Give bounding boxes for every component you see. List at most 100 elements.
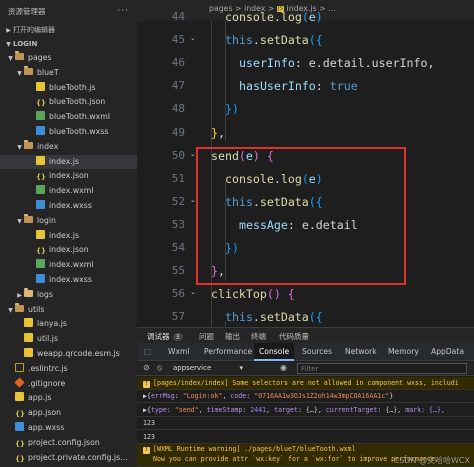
code-token: . [252, 194, 260, 209]
code-line[interactable]: this.setData({ [225, 33, 323, 47]
panel-tab[interactable]: 终端 [251, 331, 266, 342]
tree-item[interactable]: blueTooth.js [0, 81, 137, 96]
code-line[interactable]: }, [211, 126, 225, 140]
fold-chevron-icon[interactable]: ⌄ [190, 150, 196, 158]
tree-item[interactable]: {} app.json [0, 406, 137, 421]
panel-tab[interactable]: 代码质量 [279, 331, 309, 342]
code-line[interactable]: clickTop() { [211, 287, 295, 301]
console-message[interactable]: 123 [137, 430, 474, 444]
tree-item[interactable]: index.wxss [0, 273, 137, 288]
devtools-tab[interactable]: Performance [199, 343, 257, 361]
fold-chevron-icon[interactable]: ⌄ [190, 196, 196, 204]
tree-item[interactable]: index.wxml [0, 184, 137, 199]
tree-item[interactable]: lanya.js [0, 317, 137, 332]
code-line[interactable]: send(e) { [211, 149, 274, 163]
code-line[interactable]: this.setData({ [225, 195, 323, 209]
line-number: 46 [171, 56, 185, 70]
chevron-right-icon: ▶ [17, 291, 22, 299]
tree-item[interactable]: {} project.config.json [0, 436, 137, 451]
code-line[interactable]: }) [225, 102, 239, 116]
tree-item[interactable]: .eslintrc.js [0, 362, 137, 377]
warning-icon: ! [143, 447, 150, 454]
devtools-tab[interactable]: AppData [426, 343, 469, 361]
console-message[interactable]: ▶{errMsg: "Login:ok", code: "0716AA1w3OJ… [137, 390, 474, 403]
indent-guide [211, 21, 212, 327]
console-punct: , [397, 406, 406, 414]
project-section[interactable]: ▼ LOGIN [0, 37, 137, 51]
panel-tab[interactable]: 问题 [199, 331, 214, 342]
tree-item[interactable]: ▶ logs [0, 287, 137, 303]
console-message[interactable]: ! [pages/index/index] Some selectors are … [137, 377, 474, 390]
file-tree: ▼ pages ▼ blueT blueTooth.js{} blueTooth.json… [0, 51, 137, 467]
panel-tab[interactable]: 输出 [225, 331, 240, 342]
console-message[interactable]: 123 [137, 417, 474, 430]
context-select[interactable]: appservice ▾ [173, 363, 273, 374]
devtools-tab[interactable]: Network [340, 343, 382, 361]
console-message[interactable]: ▶{type: "send", timeStamp: 2441, target:… [137, 403, 474, 417]
devtools-tab[interactable]: Sources [297, 343, 337, 361]
tree-item[interactable]: ▼ login [0, 213, 137, 229]
filter-input[interactable] [297, 363, 467, 374]
devtools-tab[interactable]: Wxml [163, 343, 195, 361]
tree-item[interactable]: {} index.json [0, 243, 137, 258]
tree-item[interactable]: ▼ pages [0, 51, 137, 66]
code-token: ) [273, 287, 281, 302]
code-line[interactable]: }) [225, 241, 239, 255]
code-token: true [329, 79, 358, 94]
tree-item[interactable]: blueTooth.wxss [0, 125, 137, 140]
js-icon [36, 229, 45, 239]
js-icon [24, 318, 33, 328]
tree-item[interactable]: app.js [0, 391, 137, 406]
code-token: e [308, 10, 316, 24]
more-icon[interactable]: ··· [117, 0, 129, 23]
tree-item[interactable]: index.wxss [0, 199, 137, 214]
code-line[interactable]: console.log(e) [225, 172, 323, 186]
tree-item[interactable]: {} index.json [0, 169, 137, 184]
code-line[interactable]: }, [211, 264, 225, 278]
devtools-tab[interactable]: Memory [383, 343, 424, 361]
tree-item[interactable]: index.wxml [0, 258, 137, 273]
line-number: 45 [171, 33, 185, 47]
fold-chevron-icon[interactable]: ⌄ [190, 288, 196, 296]
code-line[interactable]: messAge: e.detail [239, 218, 358, 232]
breadcrumb-tail[interactable]: ... [328, 4, 335, 13]
tree-item[interactable]: {} project.private.config.js... [0, 451, 137, 466]
tree-item-label: blueTooth.wxml [49, 112, 111, 122]
tree-item[interactable]: index.js [0, 229, 137, 244]
console-text: currentTarget [325, 406, 378, 414]
console-text: target [274, 406, 298, 414]
tree-item[interactable]: {} blueTooth.json [0, 95, 137, 110]
tree-item[interactable]: index.js [0, 154, 137, 170]
tree-item[interactable]: ▼ blueT [0, 65, 137, 81]
code-line[interactable]: console.log(e) [225, 10, 323, 24]
fold-chevron-icon[interactable]: ⌄ [190, 34, 196, 42]
tree-item[interactable]: util.js [0, 332, 137, 347]
tree-item[interactable]: app.wxss [0, 421, 137, 436]
code-line[interactable]: userInfo: e.detail.userInfo, [239, 56, 434, 70]
panel-tab[interactable]: 调试器 3 [147, 331, 183, 342]
expand-icon: ▶{ [143, 392, 151, 400]
eye-icon[interactable]: ◉ [280, 363, 287, 372]
ban-icon[interactable]: ⦸ [157, 363, 162, 373]
tree-item[interactable]: blueTooth.wxml [0, 110, 137, 125]
chevron-down-icon: ▼ [17, 143, 22, 151]
chevron-down-icon: ▼ [17, 69, 22, 77]
tree-item[interactable]: .gitignore [0, 376, 137, 392]
tree-item-label: .gitignore [28, 378, 66, 388]
devtools-tab[interactable]: Console [254, 343, 295, 361]
tree-item[interactable]: ▼ index [0, 139, 137, 155]
editor-scrollbar[interactable] [464, 21, 474, 327]
clear-console-icon[interactable]: ⊘ [143, 363, 150, 372]
inspect-icon[interactable]: ⬚ [139, 343, 156, 361]
code-editor[interactable]: pages > index > JS index.js > ... 44 cons… [137, 0, 474, 327]
tree-item-label: index.wxss [49, 274, 92, 284]
tree-item[interactable]: weapp.qrcode.esm.js [0, 347, 137, 362]
open-editors-section[interactable]: ▶ 打开的编辑器 [0, 23, 137, 37]
panel-tabs: 调试器 3 问题 输出 终端 代码质量 [137, 327, 474, 343]
code-line[interactable]: hasUserInfo: true [239, 79, 358, 93]
tree-item-label: index.json [49, 245, 89, 255]
wxss-icon [36, 199, 45, 209]
tree-item[interactable]: ▼ utils [0, 302, 137, 318]
code-line[interactable]: this.setData({ [225, 310, 323, 324]
line-number: 47 [171, 79, 185, 93]
